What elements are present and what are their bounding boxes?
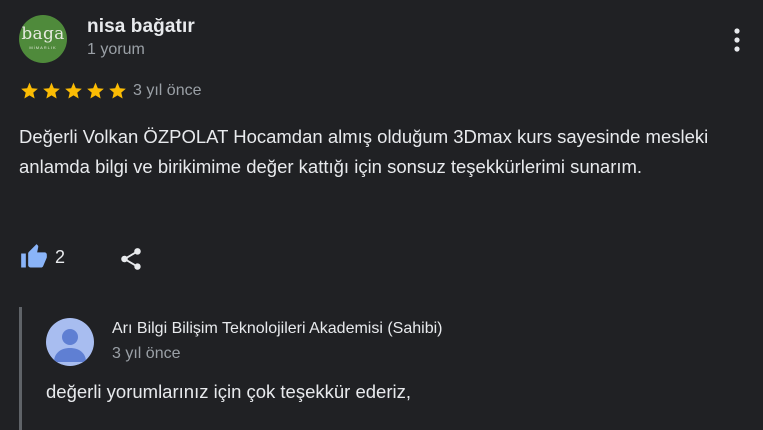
reviewer-name[interactable]: nisa bağatır (87, 16, 195, 38)
more-options-button[interactable] (727, 26, 747, 54)
avatar-logo-subtext: MİMARLIK (29, 45, 57, 50)
reviewer-avatar[interactable]: baga MİMARLIK (19, 15, 67, 63)
avatar-logo-text: baga (21, 24, 65, 44)
share-button[interactable] (118, 245, 144, 273)
owner-response-time: 3 yıl önce (112, 345, 181, 362)
like-count: 2 (55, 247, 66, 267)
star-icon (65, 82, 82, 99)
like-button[interactable] (19, 243, 49, 271)
review-time: 3 yıl önce (133, 82, 202, 99)
share-icon (121, 248, 141, 270)
thumb-up-icon (21, 244, 47, 268)
star-icon (43, 82, 60, 99)
review-text: Değerli Volkan ÖZPOLAT Hocamdan almış ol… (19, 126, 709, 177)
owner-response-divider (19, 307, 22, 430)
more-vert-icon (734, 28, 740, 52)
owner-response-text: değerli yorumlarınız için çok teşekkür e… (46, 381, 412, 402)
star-icon (87, 82, 104, 99)
person-icon (54, 329, 86, 362)
star-rating (19, 81, 128, 101)
star-icon (21, 82, 38, 99)
star-icon (109, 82, 126, 99)
owner-avatar[interactable] (46, 318, 94, 366)
owner-name: Arı Bilgi Bilişim Teknolojileri Akademis… (112, 320, 443, 337)
reviewer-review-count: 1 yorum (87, 41, 145, 58)
